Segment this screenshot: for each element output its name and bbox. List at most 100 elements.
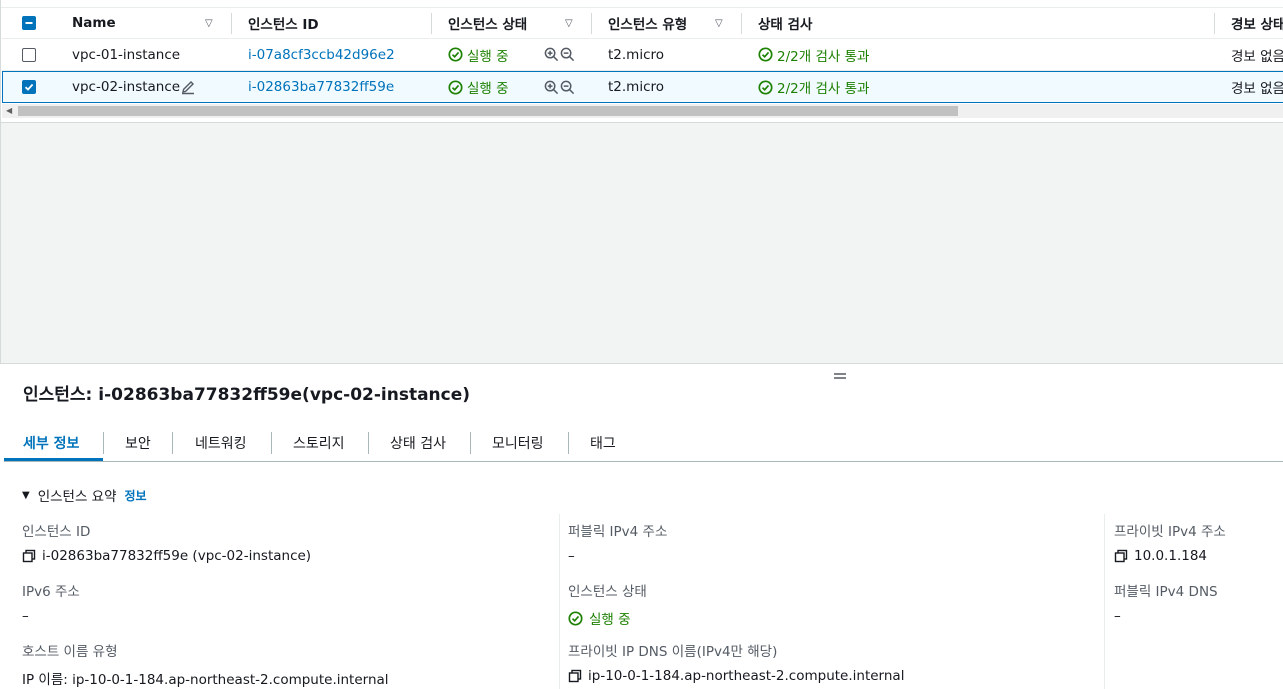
indeterminate-icon [25,22,33,24]
tab-monitoring[interactable]: 모니터링 [492,424,544,461]
instance-state: 실행 중 [448,39,509,70]
tab-divider [271,432,272,454]
details-tabs: 세부 정보 보안 네트워킹 스토리지 상태 검사 모니터링 태그 [4,424,1283,462]
field-label: 퍼블릭 IPv4 DNS [1114,584,1218,600]
check-circle-icon [758,79,773,95]
resize-handle-icon[interactable] [833,366,847,385]
state-label: 실행 중 [467,81,509,97]
row-checkbox[interactable] [22,47,36,62]
copy-icon[interactable] [22,549,36,563]
column-header-alarm-status[interactable]: 경보 상태 [1231,8,1283,38]
instance-name: vpc-02-instance [72,79,181,95]
tab-tags[interactable]: 태그 [590,424,616,461]
field-value-row: 실행 중 [568,608,647,628]
column-divider[interactable] [1214,13,1215,34]
field-label: IPv6 주소 [22,584,80,600]
zoom-out-icon[interactable] [560,72,575,102]
column-header-instance-id[interactable]: 인스턴스 ID [248,8,319,38]
column-header-instance-type[interactable]: 인스턴스 유형 [608,8,687,38]
field-value-row: 10.0.1.184 [1114,548,1226,564]
tab-divider [103,432,104,454]
table-top-edge [1,0,1283,8]
column-header-status-check[interactable]: 상태 검사 [758,8,812,38]
select-all-cell[interactable] [22,8,36,38]
tab-security[interactable]: 보안 [125,424,151,461]
check-circle-icon [448,79,463,95]
filter-state-icon[interactable]: ▽ [565,8,573,38]
check-circle-icon [568,610,583,626]
field-private-ip-dns: 프라이빗 IP DNS 이름(IPv4만 해당) ip-10-0-1-184.a… [568,640,904,684]
field-private-ipv4: 프라이빗 IPv4 주소 10.0.1.184 [1114,520,1226,564]
horizontal-scrollbar[interactable]: ◀ [2,104,1283,118]
field-value: IP 이름: ip-10-0-1-184.ap-northeast-2.comp… [22,672,389,688]
instance-id-link[interactable]: i-02863ba77832ff59e [248,72,394,102]
column-header-instance-state[interactable]: 인스턴스 상태 [448,8,527,38]
column-label: 인스턴스 ID [248,17,319,33]
field-label: 퍼블릭 IPv4 주소 [568,524,668,540]
column-divider [559,514,560,689]
column-divider [1104,514,1105,689]
tab-divider [470,432,471,454]
field-value: 10.0.1.184 [1134,548,1207,564]
row-select-cell[interactable] [22,72,36,102]
info-link[interactable]: 정보 [125,487,147,504]
instance-type: t2.micro [608,79,665,95]
alarm-status: 경보 없음 [1231,48,1283,65]
column-header-name[interactable]: Name [72,8,116,38]
filter-type-icon[interactable]: ▽ [715,8,723,38]
status-check: 2/2개 검사 통과 [758,72,869,102]
check-label: 2/2개 검사 통과 [777,48,870,65]
field-hostname-type: 호스트 이름 유형 IP 이름: ip-10-0-1-184.ap-northe… [22,640,389,688]
column-label: Name [72,15,116,31]
copy-icon[interactable] [568,669,582,683]
field-ipv6: IPv6 주소 – [22,580,80,624]
table-row-selected[interactable]: vpc-02-instance i-02863ba77832ff59e 실행 중… [2,71,1283,103]
instance-summary-header[interactable]: ▼ 인스턴스 요약 정보 [22,485,147,506]
tab-storage[interactable]: 스토리지 [293,424,345,461]
row-checkbox[interactable] [22,80,36,94]
column-divider[interactable] [591,13,592,34]
ec2-instances-page: Name ▽ 인스턴스 ID 인스턴스 상태 ▽ 인스턴스 유형 ▽ 상태 검사… [0,0,1283,689]
row-select-cell[interactable] [22,39,36,70]
instances-table: Name ▽ 인스턴스 ID 인스턴스 상태 ▽ 인스턴스 유형 ▽ 상태 검사… [0,0,1283,122]
active-tab-indicator [4,458,103,461]
field-label: 프라이빗 IP DNS 이름(IPv4만 해당) [568,644,778,660]
field-label: 인스턴스 상태 [568,584,647,600]
select-all-checkbox[interactable] [22,16,36,30]
field-value-row: i-02863ba77832ff59e (vpc-02-instance) [22,548,311,564]
column-divider[interactable] [231,13,232,34]
field-value: – [22,608,29,624]
field-public-ipv4-dns: 퍼블릭 IPv4 DNS – [1114,580,1218,624]
checkmark-icon [24,83,34,91]
instance-name: vpc-01-instance [72,46,181,63]
tab-details[interactable]: 세부 정보 [23,424,79,461]
zoom-in-icon[interactable] [544,39,559,70]
column-divider[interactable] [741,13,742,34]
column-label: 인스턴스 상태 [448,17,528,33]
zoom-out-icon[interactable] [560,39,575,70]
scroll-left-icon[interactable]: ◀ [6,106,12,115]
instance-type: t2.micro [608,46,665,63]
column-label: 경보 상태 [1231,17,1283,33]
tab-networking[interactable]: 네트워킹 [195,424,247,461]
field-value: 실행 중 [589,612,631,628]
instance-id-link[interactable]: i-07a8cf3ccb42d96e2 [248,39,395,70]
copy-icon[interactable] [1114,549,1128,563]
column-divider[interactable] [431,13,432,34]
summary-label: 인스턴스 요약 [37,489,117,505]
zoom-in-icon[interactable] [544,72,559,102]
caret-down-icon[interactable]: ▼ [22,490,30,501]
tab-status-checks[interactable]: 상태 검사 [390,424,446,461]
scrollbar-thumb[interactable] [18,106,958,116]
state-label: 실행 중 [467,48,509,65]
check-label: 2/2개 검사 통과 [777,81,870,97]
field-public-ipv4: 퍼블릭 IPv4 주소 – [568,520,667,564]
sort-name-icon[interactable]: ▽ [205,8,213,38]
table-header-row: Name ▽ 인스턴스 ID 인스턴스 상태 ▽ 인스턴스 유형 ▽ 상태 검사… [2,8,1283,39]
tab-divider [568,432,569,454]
tab-divider [368,432,369,454]
instance-details-panel: 인스턴스: i-02863ba77832ff59e(vpc-02-instanc… [0,363,1283,689]
edit-pencil-icon[interactable] [180,72,196,102]
table-row[interactable]: vpc-01-instance i-07a8cf3ccb42d96e2 실행 중… [2,39,1283,71]
field-value: ip-10-0-1-184.ap-northeast-2.compute.int… [588,668,905,684]
